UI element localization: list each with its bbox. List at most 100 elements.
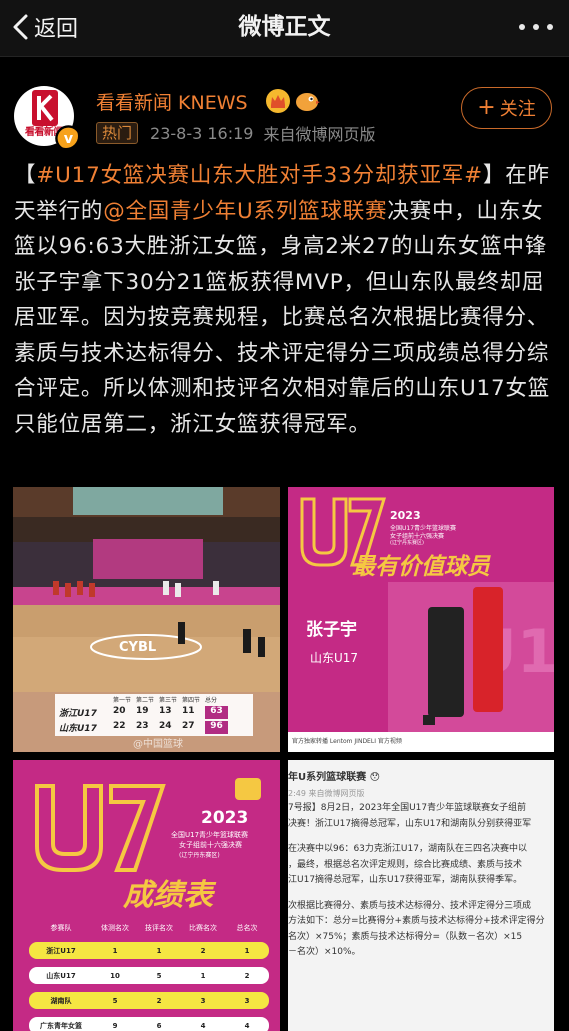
total-cell: 63	[205, 706, 228, 719]
article-screenshot: 年U系列篮球联赛 😯 2:49 来自微博网页版 7号报】8月2日，2023年全国…	[288, 770, 554, 961]
post-image-3[interactable]: 2023 全国U17青少年篮球联赛 女子组前十六强决赛 (辽宁丹东赛区) 成绩表…	[13, 760, 280, 1031]
results-title: 成绩表	[123, 878, 213, 913]
score-head: 第四节	[182, 697, 201, 704]
results-cell: 5	[156, 971, 162, 980]
results-header-cell: 技评名次	[145, 924, 173, 932]
article-line: 决赛！浙江U17摘得总冠军，山东U17和湖南队分别获得亚军	[288, 818, 532, 829]
results-subtitle: 女子组前十六强决赛	[179, 841, 242, 849]
post-image-1[interactable]: CYBL 第一节 第二节 第三节 第四节 总分 浙江U17 20 19 13 1…	[13, 487, 280, 752]
nav-bar: 返回 微博正文	[0, 0, 569, 56]
results-header: 参赛队 体测名次 技评名次 比赛名次 总名次	[29, 920, 269, 936]
article-line	[288, 889, 554, 899]
article-line: 方法如下：总分=比赛得分+素质与技术达标得分+技术评定得分	[288, 916, 545, 926]
divider	[0, 56, 569, 57]
results-cell: 6	[156, 1021, 162, 1030]
article-line: 次根据比赛得分、素质与技术达标得分、技术评定得分三项成	[288, 900, 532, 911]
results-cell: 1	[200, 971, 206, 980]
mvp-player-name: 张子宇	[306, 620, 357, 640]
post-image-2[interactable]: U17 2023 全国U17青少年篮球联赛 女子组前十六强决赛 (辽宁丹东赛区)…	[288, 487, 554, 752]
results-cell: 广东青年女篮	[40, 1021, 82, 1030]
post-image-4[interactable]: 年U系列篮球联赛 😯 2:49 来自微博网页版 7号报】8月2日，2023年全国…	[288, 760, 554, 1031]
team-name: 山东U17	[59, 724, 97, 734]
score-head: 总分	[205, 697, 218, 704]
mvp-subtitle: (辽宁丹东赛区)	[390, 540, 424, 546]
article-line: ，最终，根据总名次评定规则，综合比赛成绩、素质与技术	[288, 859, 523, 870]
more-dot-icon	[519, 24, 525, 30]
score-cell: 11	[182, 706, 195, 716]
more-dot-icon	[547, 24, 553, 30]
results-cell: 1	[244, 946, 250, 955]
results-row: 山东U17 10 5 1 2	[29, 967, 269, 984]
plus-icon: +	[477, 95, 496, 120]
follow-label: 关注	[499, 99, 536, 120]
article-line: －名次）×10%。	[288, 947, 361, 957]
bird-badge-icon	[296, 93, 320, 111]
mvp-player-team: 山东U17	[310, 651, 359, 665]
results-cell: 9	[112, 1021, 118, 1030]
score-cell: 19	[136, 706, 149, 716]
results-cell: 浙江U17	[46, 946, 76, 955]
page-title: 微博正文	[238, 14, 331, 40]
score-cell: 22	[113, 721, 126, 731]
crown-badge-icon	[266, 89, 290, 113]
post-text: 【#U17女篮决赛山东大胜对手33分却获亚军#】在昨天举行的@全国青少年U系列篮…	[14, 158, 554, 442]
results-row: 浙江U17 1 1 2 1	[29, 942, 269, 959]
more-dot-icon	[533, 24, 539, 30]
article-line: 江U17摘得总冠军，山东U17获得亚军，湖南队获得季军。	[288, 875, 523, 885]
results-subtitle: 全国U17青少年篮球联赛	[171, 831, 249, 839]
results-header-cell: 比赛名次	[189, 924, 217, 932]
results-table: 参赛队 体测名次 技评名次 比赛名次 总名次 浙江U17 1 1 2 1 山东U…	[29, 920, 269, 1031]
knews-logo-icon	[32, 90, 58, 126]
score-cell: 20	[113, 706, 126, 716]
mention-link[interactable]: @全国青少年U系列篮球联赛	[103, 199, 387, 224]
post-source: 来自微博网页版	[263, 125, 376, 144]
results-cell: 10	[110, 971, 120, 980]
article-line	[288, 832, 554, 842]
results-cell: 2	[200, 946, 206, 955]
results-header-cell: 参赛队	[50, 924, 72, 932]
mvp-year: 2023	[390, 509, 421, 522]
score-head: 第三节	[159, 697, 178, 704]
results-header-cell: 总名次	[236, 924, 258, 932]
total-cell: 96	[205, 721, 228, 734]
results-subtitle: (辽宁丹东赛区)	[179, 852, 220, 859]
mvp-title: 最有价值球员	[352, 554, 490, 580]
team-name: 浙江U17	[59, 709, 97, 719]
results-cell: 5	[112, 996, 118, 1005]
svg-text:v: v	[64, 131, 74, 147]
results-cell: 4	[200, 1021, 206, 1030]
score-head: 第一节	[113, 697, 132, 704]
results-cell: 3	[200, 996, 206, 1005]
results-cell: 1	[156, 946, 162, 955]
results-header-cell: 体测名次	[101, 924, 129, 932]
article-line: 2:49 来自微博网页版	[288, 788, 365, 798]
image-watermark: @中国篮球	[133, 739, 183, 750]
post-text-segment: 决赛中，山东女篮以96:63大胜浙江女篮，身高2米27的山东女篮中锋张子宇拿下3…	[14, 198, 551, 437]
score-cell: 24	[159, 721, 172, 731]
results-cell: 3	[244, 996, 250, 1005]
score-cell: 13	[159, 706, 172, 716]
results-cell: 山东U17	[46, 971, 76, 980]
more-options-button[interactable]	[519, 13, 553, 41]
results-row: 广东青年女篮 9 6 4 4	[29, 1017, 269, 1031]
results-cell: 4	[244, 1021, 250, 1030]
score-cell: 23	[136, 721, 149, 731]
article-line: 7号报】8月2日，2023年全国U17青少年篮球联赛女子组前	[288, 803, 527, 813]
score-head: 第二节	[136, 697, 155, 704]
author-name[interactable]: 看看新闻 KNEWS	[96, 88, 248, 115]
results-cell: 2	[244, 971, 250, 980]
hot-tag: 热门	[96, 122, 139, 144]
post-time: 23-8-3 16:19	[150, 123, 254, 143]
results-row: 湖南队 5 2 3 3	[29, 992, 269, 1009]
results-cell: 湖南队	[50, 996, 72, 1005]
verified-badge-icon: v	[55, 125, 78, 148]
article-line: 在决赛中以96：63力克浙江U17，湖南队在三四名决赛中以	[288, 844, 527, 854]
topic-link[interactable]: #U17女篮决赛山东大胜对手33分却获亚军#	[36, 163, 483, 188]
follow-button[interactable]: + 关注	[461, 87, 552, 129]
results-cell: 2	[156, 996, 162, 1005]
post-meta: 热门 23-8-3 16:19 来自微博网页版	[96, 121, 376, 145]
close-bracket: 】	[482, 163, 506, 188]
article-line: 名次）×75%；素质与技术达标得分=（队数－名次）×15	[288, 931, 523, 942]
mvp-footer: 官方独家转播 Lentom JINDELI 官方视频	[292, 738, 402, 745]
results-cell: 1	[112, 946, 118, 955]
